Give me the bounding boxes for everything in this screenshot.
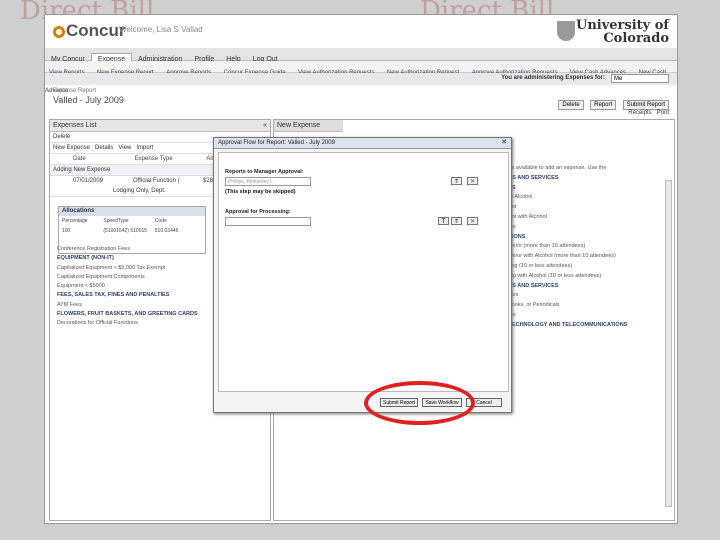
university-crest-icon — [557, 21, 575, 41]
receipts-button[interactable]: Receipts — [628, 110, 651, 116]
row-sub-type: Lodging Only, Dept. — [113, 188, 166, 194]
report-toolbar: Receipts Print — [628, 110, 669, 116]
category-heading: ...TS — [504, 184, 627, 194]
expense-type-item[interactable]: Conference Registration Fees — [57, 245, 198, 254]
expense-type-text: ...ns available to add an expense. Use t… — [504, 164, 627, 331]
expense-type-list-left: Conference Registration Fees EQUIPMENT (N… — [57, 245, 198, 329]
alloc-col-speedtype: SpeedType — [103, 218, 129, 224]
university-logo: University of Colorado — [576, 19, 669, 45]
report-buttons: Delete Report Submit Report — [556, 93, 669, 111]
processing-approval-field[interactable] — [225, 217, 311, 226]
expense-type-item[interactable]: ...cles — [504, 291, 627, 301]
approval-flow-dialog: Approval Flow for Report: Valled - July … — [213, 137, 512, 413]
col-type[interactable]: Expense Type — [135, 154, 205, 164]
category-heading: FEES, SALES TAX, FINES AND PENALTIES — [57, 292, 170, 299]
expense-type-item[interactable]: ...ies — [504, 311, 627, 321]
details-button[interactable]: Details — [95, 145, 113, 151]
print-button[interactable]: Print — [657, 110, 669, 116]
expenses-list-title: Expenses List — [53, 122, 97, 129]
delete-expense-button[interactable]: Delete — [53, 134, 70, 140]
category-heading: ...ES AND SERVICES — [504, 174, 559, 181]
university-line-2: Colorado — [603, 31, 669, 46]
scrollbar[interactable] — [665, 180, 672, 507]
expense-type-item[interactable]: ...books, or Periodicals — [504, 301, 627, 311]
insert-icon[interactable]: T — [438, 217, 449, 225]
remove-icon[interactable]: ✕ — [467, 177, 478, 185]
expense-type-item[interactable]: ...ent with Alcohol — [504, 213, 627, 223]
expense-type-item[interactable]: ...ive/or with Alcohol (more than 10 att… — [504, 252, 627, 262]
category-heading: EQUIPMENT (NON-IT) — [57, 255, 114, 262]
intro-text: ...ns available to add an expense. Use t… — [504, 165, 607, 171]
sub-nav: View Reports New Expense Report Approve … — [45, 61, 677, 94]
main-nav: My Concur Expense Administration Profile Hel… — [45, 48, 677, 66]
category-heading: ...ES AND SERVICES — [504, 282, 559, 289]
dialog-title: Approval Flow for Report: Valled - July … — [218, 140, 335, 146]
admin-select[interactable]: Me — [611, 74, 669, 83]
right-items: ...ES AND SERVICES...TS...th Alcohol...e… — [504, 174, 627, 331]
move-up-icon[interactable]: ⇑ — [451, 217, 462, 225]
report-title: Valled - July 2009 — [53, 95, 124, 105]
move-up-icon[interactable]: ⇑ — [451, 177, 462, 185]
category-heading: FLOWERS, FRUIT BASKETS, AND GREETING CAR… — [57, 311, 198, 318]
expense-type-item[interactable]: ...ing with Alcohol (10 or less attendee… — [504, 272, 627, 282]
expense-type-item[interactable]: ...fing (10 or less attendees) — [504, 262, 627, 272]
import-button[interactable]: Import — [136, 145, 153, 151]
new-expense-header: New Expense — [274, 120, 343, 132]
expense-type-item[interactable]: ATM Fees — [57, 301, 198, 310]
submit-report-top-button[interactable]: Submit Report — [622, 100, 669, 110]
close-icon[interactable]: ✕ — [501, 138, 507, 148]
report-label: Expense Report — [53, 88, 97, 94]
expense-type-item[interactable]: ...ive/or (more than 10 attendees) — [504, 242, 627, 252]
manager-approval-field[interactable]: Phillips, Kimberley L — [225, 177, 311, 186]
col-date[interactable]: Date — [53, 154, 133, 164]
row-type: Official Function ( — [133, 178, 180, 184]
allocations-row[interactable]: 100 (51001642) 510015 510.03446 — [59, 226, 205, 236]
manager-approval-label: Reports to Manager Approval: — [225, 169, 304, 175]
collapse-icon[interactable]: « — [263, 120, 267, 131]
expense-type-item[interactable]: Equipment < $5000 — [57, 282, 198, 291]
alloc-code: 510.03446 — [154, 228, 179, 234]
row-date: 07/01/2009 — [73, 178, 104, 184]
expense-type-item[interactable]: ...th Alcohol — [504, 193, 627, 203]
delete-report-button[interactable]: Delete — [558, 100, 584, 110]
category-heading: ...TIONS — [504, 233, 526, 240]
dialog-body: Reports to Manager Approval: Phillips, K… — [218, 152, 509, 392]
logo-text: Concur — [66, 21, 126, 40]
skip-note: (This step may be skipped) — [225, 189, 296, 195]
category-heading: ...TECHNOLOGY AND TELECOMMUNICATIONS — [504, 321, 628, 328]
alloc-speedtype: (51001642) 510015 — [103, 228, 148, 234]
remove-icon[interactable]: ✕ — [467, 217, 478, 225]
expense-type-item[interactable]: ...ies — [504, 223, 627, 233]
admin-line: You are administering Expenses for: Me — [45, 73, 677, 85]
top-bar: Concur Welcome, Lisa S Vallad University… — [45, 15, 677, 47]
expense-type-item[interactable]: Capitalized Equipment < $5,000 Tax Exemp… — [57, 264, 198, 273]
expense-type-item[interactable]: ...ent — [504, 203, 627, 213]
alloc-percentage: 100 — [62, 228, 71, 234]
alloc-col-code: Code — [154, 218, 167, 224]
new-expense-button[interactable]: New Expense — [53, 145, 90, 151]
admin-label: You are administering Expenses for: — [501, 75, 605, 81]
concur-logo: Concur — [53, 21, 126, 41]
highlight-circle — [364, 381, 475, 425]
allocations-title: Allocations — [59, 207, 205, 216]
view-button[interactable]: View — [118, 145, 131, 151]
expenses-list-header: Expenses List « — [50, 120, 270, 132]
welcome-text: Welcome, Lisa S Vallad — [119, 25, 203, 34]
screenshot-frame: Concur Welcome, Lisa S Vallad University… — [44, 14, 678, 524]
dialog-header: Approval Flow for Report: Valled - July … — [214, 138, 511, 149]
expense-type-item[interactable]: Capitalized Equipment Components — [57, 273, 198, 282]
alloc-col-percentage: Percentage — [62, 218, 88, 224]
processing-approval-label: Approval for Processing: — [225, 209, 291, 215]
allocations-columns: Percentage SpeedType Code — [59, 216, 205, 226]
report-button[interactable]: Report — [590, 100, 617, 110]
expense-type-item[interactable]: Decorations for Official Functions — [57, 319, 198, 328]
